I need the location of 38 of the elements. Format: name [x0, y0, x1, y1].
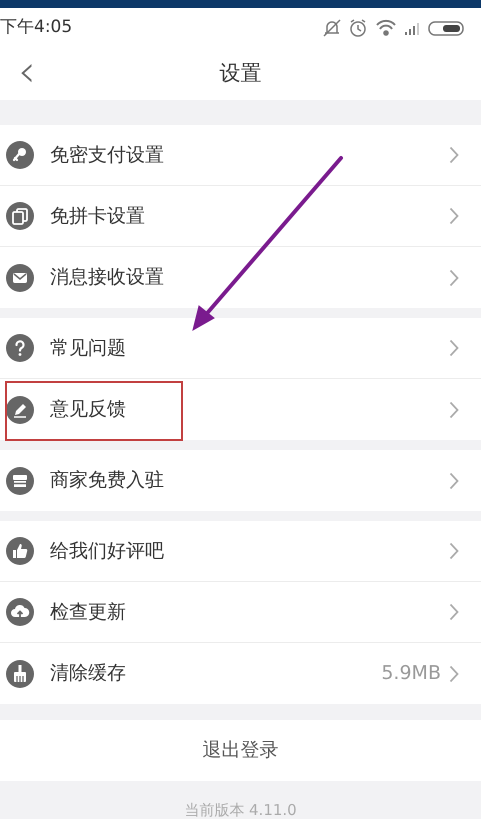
row-value: 5.9MB: [381, 661, 441, 686]
logout-button[interactable]: 退出登录: [0, 720, 481, 781]
muted-bell-icon: [323, 19, 341, 37]
chevron-icon: [449, 400, 459, 418]
back-button[interactable]: ‹: [12, 50, 42, 94]
chevron-icon: [449, 339, 459, 357]
chevron-icon: [449, 542, 459, 560]
chevron-icon: [449, 603, 459, 621]
chevron-icon: [449, 146, 459, 164]
cloud-upload-icon: [6, 598, 34, 626]
chevron-icon: [449, 472, 459, 490]
row-label: 清除缓存: [50, 661, 126, 686]
alarm-clock-icon: [350, 19, 366, 37]
pencil-icon: [6, 396, 34, 424]
broom-icon: [6, 660, 34, 688]
key-icon: [6, 141, 34, 169]
row-label: 常见问题: [50, 336, 126, 361]
shop-icon: [6, 466, 34, 494]
chevron-icon: [449, 207, 459, 225]
signal-icon: [405, 23, 419, 35]
cards-icon: [6, 202, 34, 230]
version-text: 当前版本 4.11.0: [183, 800, 298, 819]
page-title: 设置: [220, 60, 262, 88]
wifi-icon: [376, 20, 396, 36]
battery-icon: [428, 21, 464, 36]
row-label: 意见反馈: [50, 397, 126, 422]
thumbs-up-icon: [6, 537, 34, 565]
row-label: 消息接收设置: [50, 265, 164, 290]
row-label: 检查更新: [50, 600, 126, 625]
envelope-icon: [6, 264, 34, 292]
chevron-icon: [449, 268, 459, 286]
question-icon: [6, 334, 34, 362]
row-label: 免密支付设置: [50, 142, 164, 168]
status-time: 下午4:05: [0, 16, 72, 40]
chevron-icon: [449, 664, 459, 682]
row-label: 商家免费入驻: [50, 468, 164, 494]
row-label: 给我们好评吧: [50, 538, 164, 564]
row-label: 免拼卡设置: [50, 204, 145, 229]
